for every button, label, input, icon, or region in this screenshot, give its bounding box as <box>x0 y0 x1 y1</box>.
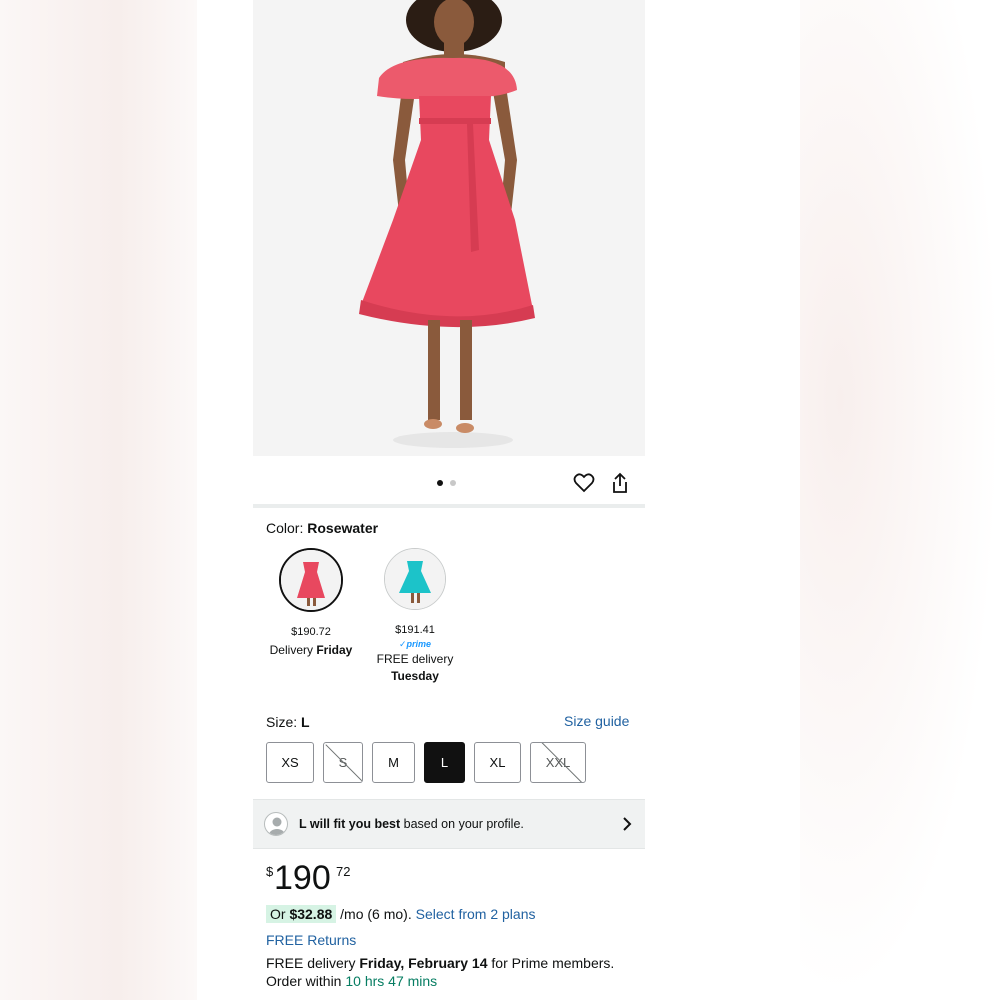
price-currency-symbol: $ <box>266 864 274 879</box>
selected-color-name: Rosewater <box>307 520 379 536</box>
color-swatch-turquoise[interactable]: $191.41 ✓prime FREE delivery Tuesday <box>363 548 467 685</box>
chevron-right-icon[interactable] <box>622 817 632 836</box>
swatch-thumbnail <box>279 548 343 612</box>
image-pagination[interactable] <box>437 480 456 486</box>
fit-recommendation-banner[interactable]: L will fit you best based on your profil… <box>253 799 645 849</box>
size-option-s[interactable]: S <box>323 742 363 783</box>
dress-thumbnail-icon <box>281 550 341 610</box>
avatar-icon <box>264 812 288 836</box>
swatch-thumbnail <box>384 548 446 610</box>
image-controls <box>253 456 645 506</box>
size-option-xl[interactable]: XL <box>474 742 521 783</box>
section-divider <box>253 504 645 508</box>
dress-thumbnail-icon <box>385 549 445 609</box>
swatch-price: $190.72 <box>291 626 331 638</box>
size-guide-link[interactable]: Size guide <box>564 713 629 729</box>
order-countdown: 10 hrs 47 mins <box>345 973 438 989</box>
product-page: Color: Rosewater $190.72 Delivery Friday… <box>253 0 645 1000</box>
share-icon[interactable] <box>611 472 629 499</box>
dress-model-illustration <box>359 0 535 448</box>
free-returns-link[interactable]: FREE Returns <box>266 932 356 948</box>
swatch-delivery: Delivery Friday <box>269 643 353 657</box>
pagination-dot-active[interactable] <box>437 480 443 486</box>
swatch-price: $191.41 <box>395 624 435 636</box>
installment-amount-highlight: Or $32.88 <box>266 905 337 923</box>
color-label: Color: Rosewater <box>266 520 378 536</box>
delivery-date: Friday, February 14 <box>359 955 488 971</box>
product-image[interactable] <box>253 0 645 456</box>
price-fraction: 72 <box>336 864 351 879</box>
color-swatch-rosewater[interactable]: $190.72 Delivery Friday <box>259 548 363 659</box>
installment-term: /mo (6 mo). <box>340 906 412 922</box>
size-option-xxl[interactable]: XXL <box>530 742 586 783</box>
fit-recommendation-text: L will fit you best based on your profil… <box>299 817 524 831</box>
installment-offer: Or $32.88 /mo (6 mo). Select from 2 plan… <box>266 905 536 923</box>
delivery-info: FREE delivery Friday, February 14 for Pr… <box>266 955 615 989</box>
swatch-delivery: FREE delivery Tuesday <box>376 652 454 683</box>
size-option-l[interactable]: L <box>424 742 465 783</box>
pagination-dot[interactable] <box>450 480 456 486</box>
selected-size: L <box>301 714 310 730</box>
background-right <box>800 0 1000 1000</box>
heart-icon[interactable] <box>573 473 595 498</box>
prime-badge: ✓prime <box>398 639 432 649</box>
select-plans-link[interactable]: Select from 2 plans <box>416 906 536 922</box>
background-left <box>0 0 197 1000</box>
size-option-xs[interactable]: XS <box>266 742 314 783</box>
size-option-m[interactable]: M <box>372 742 415 783</box>
size-label: Size: L <box>266 714 310 730</box>
color-label-text: Color: <box>266 520 304 536</box>
price-whole: 190 <box>274 859 331 897</box>
